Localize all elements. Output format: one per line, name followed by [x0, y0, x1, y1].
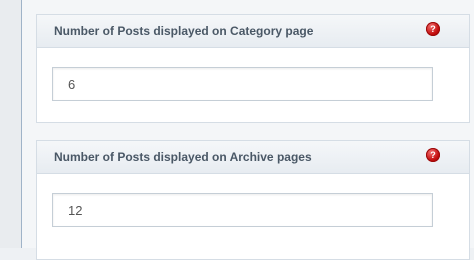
archive-posts-input[interactable]: [52, 193, 433, 227]
category-posts-option: Number of Posts displayed on Category pa…: [36, 14, 470, 123]
help-icon[interactable]: ?: [426, 22, 440, 36]
option-title: Number of Posts displayed on Category pa…: [54, 24, 314, 38]
left-rail: [0, 0, 22, 248]
category-posts-input[interactable]: [52, 67, 433, 101]
option-header: Number of Posts displayed on Category pa…: [37, 15, 469, 48]
option-title: Number of Posts displayed on Archive pag…: [54, 150, 312, 164]
option-header: Number of Posts displayed on Archive pag…: [37, 141, 469, 174]
help-icon[interactable]: ?: [426, 148, 440, 162]
settings-panel: Number of Posts displayed on Category pa…: [22, 0, 474, 260]
archive-posts-option: Number of Posts displayed on Archive pag…: [36, 140, 470, 260]
